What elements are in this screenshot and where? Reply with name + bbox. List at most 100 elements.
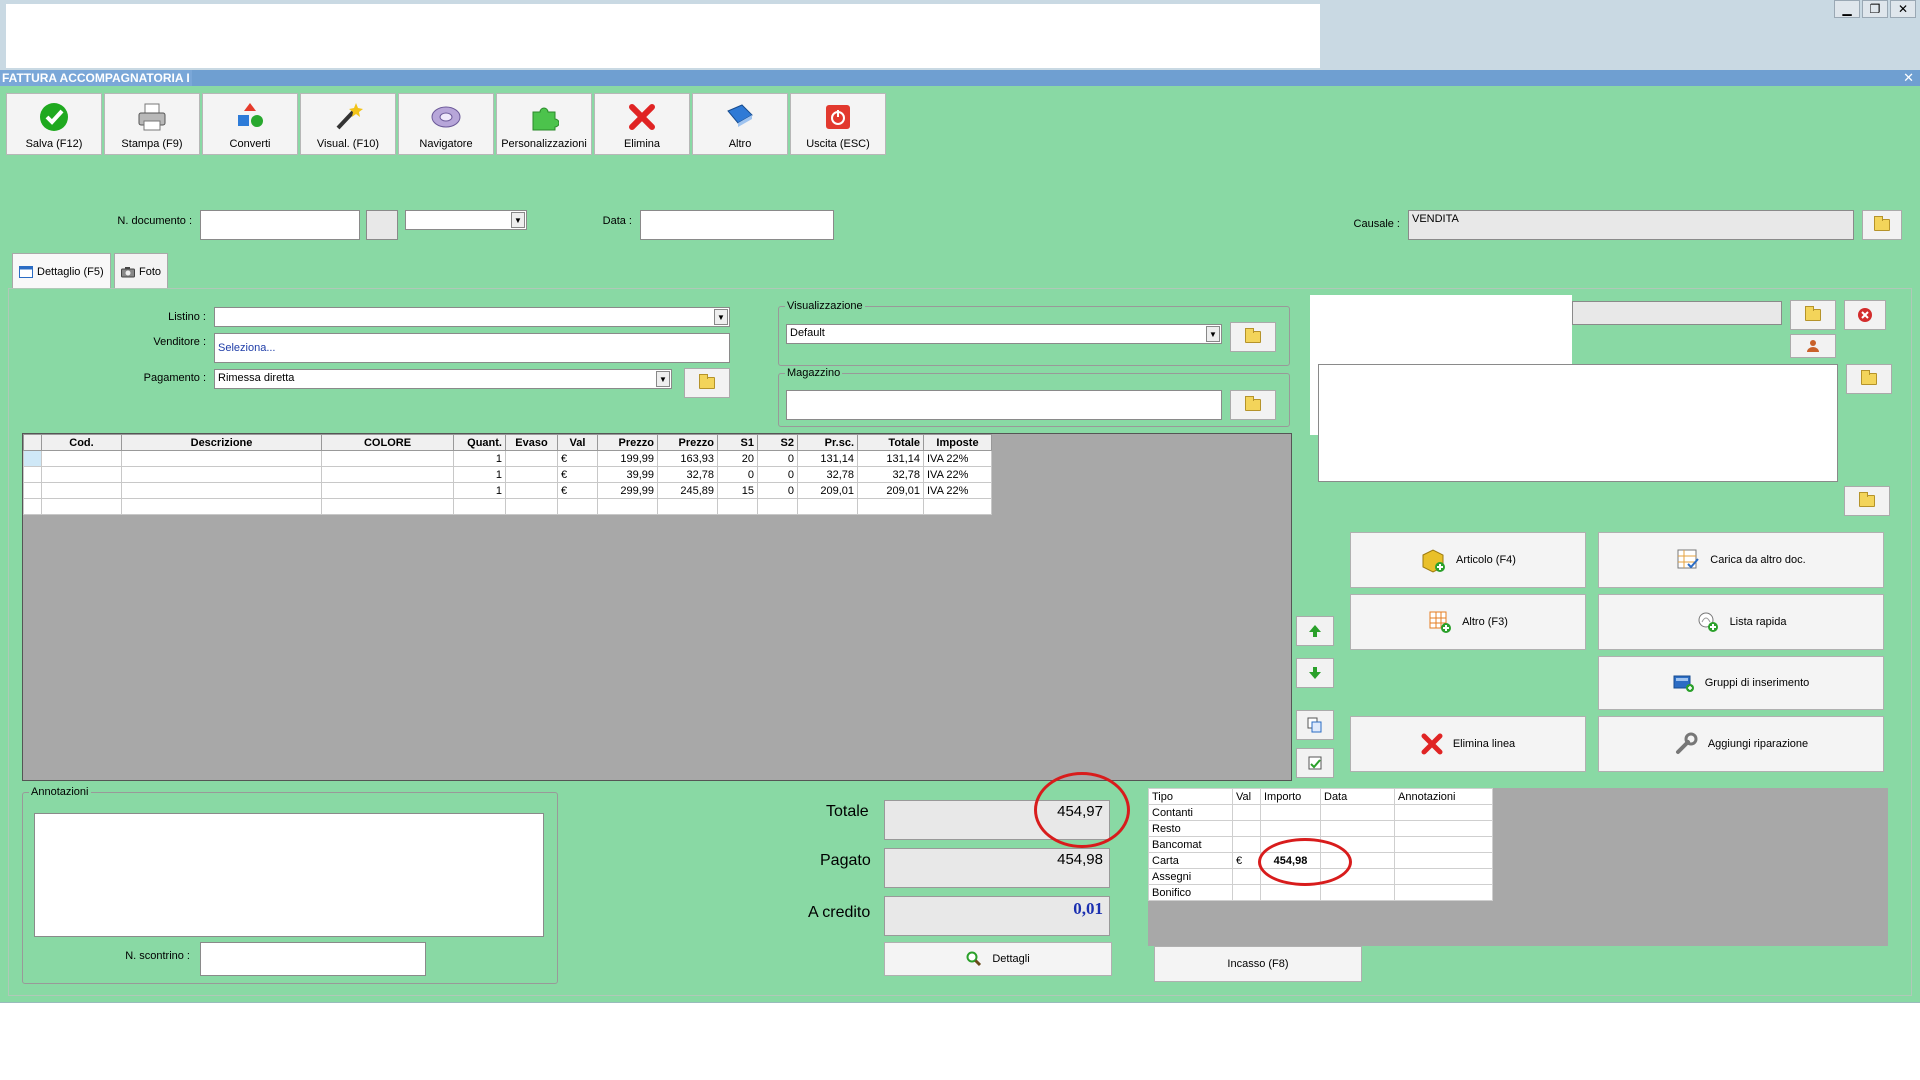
personalizzazioni-button[interactable]: Personalizzazioni bbox=[496, 93, 592, 155]
grid-cell[interactable] bbox=[657, 498, 718, 515]
grid-cell[interactable]: 0 bbox=[757, 466, 798, 483]
grid-cell[interactable]: 299,99 bbox=[597, 482, 658, 499]
grid-cell[interactable] bbox=[453, 498, 506, 515]
payment-cell[interactable] bbox=[1260, 820, 1321, 837]
converti-button[interactable]: Converti bbox=[202, 93, 298, 155]
grid-cell[interactable]: € bbox=[557, 482, 598, 499]
grid-cell[interactable]: 32,78 bbox=[797, 466, 858, 483]
grid-column-header[interactable]: COLORE bbox=[321, 434, 454, 451]
grid-cell[interactable]: 20 bbox=[717, 450, 758, 467]
grid-cell[interactable]: 1 bbox=[453, 466, 506, 483]
paste-line-button[interactable] bbox=[1296, 748, 1334, 778]
destination-browse-button[interactable] bbox=[1844, 486, 1890, 516]
grid-cell[interactable] bbox=[757, 498, 798, 515]
magazzino-browse-button[interactable] bbox=[1230, 390, 1276, 420]
row-selector[interactable] bbox=[23, 450, 42, 467]
copy-line-button[interactable] bbox=[1296, 710, 1334, 740]
row-selector[interactable] bbox=[23, 482, 42, 499]
payment-cell[interactable] bbox=[1232, 804, 1261, 821]
grid-cell[interactable] bbox=[597, 498, 658, 515]
grid-cell[interactable] bbox=[797, 498, 858, 515]
pagamento-combo[interactable]: Rimessa diretta ▼ bbox=[214, 369, 672, 389]
payment-cell[interactable] bbox=[1320, 820, 1395, 837]
grid-cell[interactable]: 32,78 bbox=[657, 466, 718, 483]
grid-column-header[interactable]: Prezzo bbox=[597, 434, 658, 451]
grid-cell[interactable]: 32,78 bbox=[857, 466, 924, 483]
grid-cell[interactable]: 39,99 bbox=[597, 466, 658, 483]
payment-row[interactable]: Contanti bbox=[1148, 804, 1493, 821]
dettagli-button[interactable]: Dettagli bbox=[884, 942, 1112, 976]
grid-cell[interactable] bbox=[321, 498, 454, 515]
data-input[interactable] bbox=[640, 210, 834, 240]
incasso-button[interactable]: Incasso (F8) bbox=[1154, 946, 1362, 982]
visual-button[interactable]: Visual. (F10) bbox=[300, 93, 396, 155]
grid-cell[interactable] bbox=[321, 466, 454, 483]
lista-rapida-button[interactable]: Lista rapida bbox=[1598, 594, 1884, 650]
elimina-linea-button[interactable]: Elimina linea bbox=[1350, 716, 1586, 772]
carica-altro-doc-button[interactable]: Carica da altro doc. bbox=[1598, 532, 1884, 588]
scontrino-input[interactable] bbox=[200, 942, 426, 976]
grid-column-header[interactable]: S2 bbox=[757, 434, 798, 451]
grid-cell[interactable] bbox=[505, 498, 558, 515]
grid-cell[interactable]: € bbox=[557, 466, 598, 483]
customer-notes-area[interactable] bbox=[1318, 364, 1838, 482]
grid-cell[interactable]: 0 bbox=[757, 450, 798, 467]
payment-cell[interactable] bbox=[1394, 820, 1493, 837]
chevron-down-icon[interactable]: ▼ bbox=[1206, 326, 1220, 342]
grid-cell[interactable]: 209,01 bbox=[857, 482, 924, 499]
uscita-button[interactable]: Uscita (ESC) bbox=[790, 93, 886, 155]
grid-cell[interactable] bbox=[41, 466, 122, 483]
grid-column-header[interactable]: Evaso bbox=[505, 434, 558, 451]
causale-input[interactable]: VENDITA bbox=[1408, 210, 1854, 240]
close-window-icon[interactable]: ✕ bbox=[1890, 0, 1916, 18]
causale-browse-button[interactable] bbox=[1862, 210, 1902, 240]
payment-cell[interactable] bbox=[1320, 804, 1395, 821]
venditore-input[interactable]: Seleziona... bbox=[214, 333, 730, 363]
tab-dettaglio[interactable]: Dettaglio (F5) bbox=[12, 253, 111, 289]
grid-cell[interactable] bbox=[121, 498, 322, 515]
grid-cell[interactable]: IVA 22% bbox=[923, 482, 992, 499]
altro-button[interactable]: Altro bbox=[692, 93, 788, 155]
customer-browse-button[interactable] bbox=[1790, 300, 1836, 330]
payment-cell[interactable] bbox=[1260, 804, 1321, 821]
payment-cell[interactable] bbox=[1232, 836, 1261, 853]
visualizzazione-combo[interactable]: Default ▼ bbox=[786, 324, 1222, 344]
payment-row[interactable]: Bonifico bbox=[1148, 884, 1493, 901]
elimina-button[interactable]: Elimina bbox=[594, 93, 690, 155]
payment-cell[interactable] bbox=[1394, 852, 1493, 869]
grid-column-header[interactable]: Prezzo bbox=[657, 434, 718, 451]
customer-clear-button[interactable] bbox=[1844, 300, 1886, 330]
grid-cell[interactable] bbox=[41, 450, 122, 467]
payment-cell[interactable] bbox=[1260, 884, 1321, 901]
table-row[interactable] bbox=[23, 498, 992, 515]
n-documento-suffix-input[interactable] bbox=[366, 210, 398, 240]
customer-notes-browse-button[interactable] bbox=[1846, 364, 1892, 394]
grid-column-header[interactable]: S1 bbox=[717, 434, 758, 451]
move-up-button[interactable] bbox=[1296, 616, 1334, 646]
grid-cell[interactable]: 209,01 bbox=[797, 482, 858, 499]
chevron-down-icon[interactable]: ▼ bbox=[511, 212, 525, 228]
grid-cell[interactable] bbox=[321, 482, 454, 499]
grid-cell[interactable]: 199,99 bbox=[597, 450, 658, 467]
grid-cell[interactable] bbox=[41, 482, 122, 499]
grid-cell[interactable]: 163,93 bbox=[657, 450, 718, 467]
grid-cell[interactable]: 1 bbox=[453, 482, 506, 499]
grid-cell[interactable]: 0 bbox=[757, 482, 798, 499]
payment-cell[interactable] bbox=[1232, 820, 1261, 837]
payment-cell[interactable] bbox=[1394, 804, 1493, 821]
grid-cell[interactable] bbox=[717, 498, 758, 515]
grid-cell[interactable] bbox=[923, 498, 992, 515]
minimize-icon[interactable]: ▁ bbox=[1834, 0, 1860, 18]
grid-column-header[interactable]: Quant. bbox=[453, 434, 506, 451]
customer-input[interactable] bbox=[1572, 301, 1782, 325]
annotazioni-textarea[interactable] bbox=[34, 813, 544, 937]
grid-cell[interactable] bbox=[505, 450, 558, 467]
grid-cell[interactable]: IVA 22% bbox=[923, 450, 992, 467]
row-selector[interactable] bbox=[23, 498, 42, 515]
payment-cell[interactable] bbox=[1320, 884, 1395, 901]
table-row[interactable]: 1 €39,99 32,78 0 0 32,78 32,78 IVA 22% bbox=[23, 466, 992, 483]
tab-foto[interactable]: Foto bbox=[114, 253, 169, 289]
payment-cell[interactable] bbox=[1394, 868, 1493, 885]
n-documento-input[interactable] bbox=[200, 210, 360, 240]
navigatore-button[interactable]: Navigatore bbox=[398, 93, 494, 155]
